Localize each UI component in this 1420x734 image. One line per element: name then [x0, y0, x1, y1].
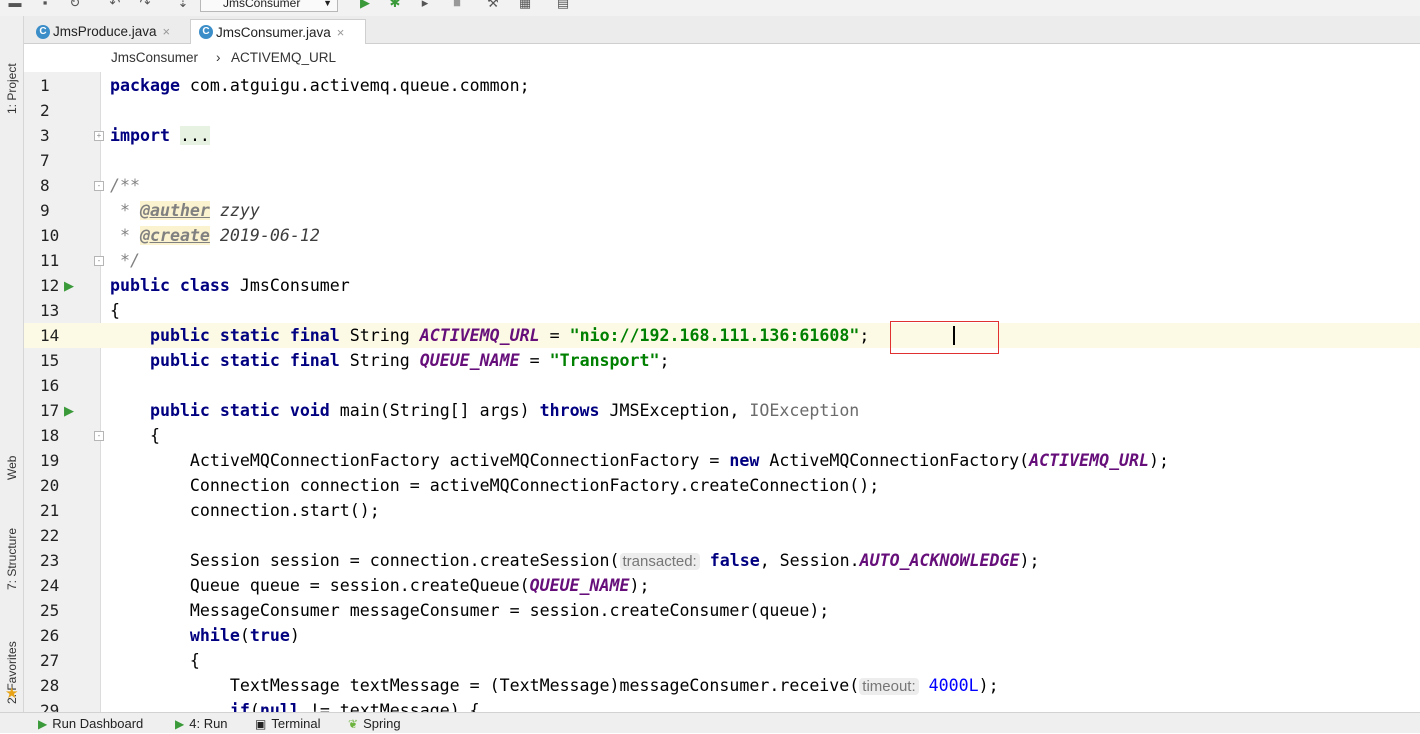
editor-tabs: C JmsProduce.java × C JmsConsumer.java × [24, 16, 1420, 44]
terminal-icon: ▣ [255, 716, 267, 731]
folder-icon[interactable]: ▬ [8, 0, 22, 10]
build-icon[interactable]: ⇣ [176, 0, 190, 10]
structure-icon[interactable]: ▦ [518, 0, 532, 10]
folded-imports[interactable]: ... [179, 126, 210, 145]
run-gutter-icon[interactable]: ▶ [64, 398, 74, 423]
spring-leaf-icon: ❦ [348, 716, 359, 731]
code-line[interactable]: 18 - { [24, 423, 1420, 448]
code-line[interactable]: 21 connection.start(); [24, 498, 1420, 523]
undo-icon[interactable]: ↶ [108, 0, 122, 10]
code-line[interactable]: 1 package com.atguigu.activemq.queue.com… [24, 73, 1420, 98]
star-icon: ★ [5, 685, 19, 702]
run-icon[interactable]: ▶ [358, 0, 372, 10]
sync-icon[interactable]: ↻ [68, 0, 82, 10]
bottom-tool-bar: ▶ Run Dashboard ▶ 4: Run ▣ Terminal ❦ Sp… [0, 712, 1420, 733]
fold-end-icon[interactable]: - [94, 256, 104, 266]
code-line[interactable]: 16 [24, 373, 1420, 398]
fold-collapse-icon[interactable]: - [94, 181, 104, 191]
code-editor[interactable]: 1 package com.atguigu.activemq.queue.com… [24, 72, 1420, 712]
parameter-hint: timeout: [859, 678, 919, 695]
run-dashboard-icon: ▶ [38, 716, 48, 731]
code-line-current[interactable]: 14 public static final String ACTIVEMQ_U… [24, 323, 1420, 348]
run-configuration-select[interactable]: JmsConsumer ▼ [200, 0, 338, 12]
java-class-icon: C [36, 24, 50, 39]
fold-collapse-icon[interactable]: - [94, 431, 104, 441]
coverage-icon[interactable]: ▸ [418, 0, 432, 10]
code-line[interactable]: 27 { [24, 648, 1420, 673]
code-line[interactable]: 13 { [24, 298, 1420, 323]
close-icon[interactable]: × [163, 19, 171, 44]
tool-tab-project[interactable]: 1: Project [1, 22, 23, 114]
redo-icon[interactable]: ↷ [138, 0, 152, 10]
fold-expand-icon[interactable]: + [94, 131, 104, 141]
code-line[interactable]: 10 * @create 2019-06-12 [24, 223, 1420, 248]
tool-tab-run-dashboard[interactable]: ▶ Run Dashboard [38, 713, 143, 734]
code-line[interactable]: 19 ActiveMQConnectionFactory activeMQCon… [24, 448, 1420, 473]
code-line[interactable]: 29 if(null != textMessage) { [24, 698, 1420, 712]
sdk-icon[interactable]: ▤ [556, 0, 570, 10]
tool-tab-spring[interactable]: ❦ Spring [348, 713, 401, 734]
tab-jmsconsumer[interactable]: C JmsConsumer.java × [190, 19, 366, 44]
chevron-down-icon: ▼ [323, 0, 332, 8]
wrench-icon[interactable]: ⚒ [486, 0, 500, 10]
tab-jmsproduce[interactable]: C JmsProduce.java × [28, 19, 188, 44]
code-line[interactable]: 7 [24, 148, 1420, 173]
close-icon[interactable]: × [337, 20, 345, 45]
code-line[interactable]: 22 [24, 523, 1420, 548]
tool-tab-web[interactable]: Web [1, 428, 23, 480]
main-toolbar: ▬ ▪ ↻ ↶ ↷ ⇣ JmsConsumer ▼ ▶ ✱ ▸ ■ ⚒ ▦ ▤ [0, 0, 1420, 16]
code-line[interactable]: 15 public static final String QUEUE_NAME… [24, 348, 1420, 373]
code-line[interactable]: 12 ▶ public class JmsConsumer [24, 273, 1420, 298]
stop-icon[interactable]: ■ [450, 0, 464, 10]
code-line[interactable]: 9 * @auther zzyy [24, 198, 1420, 223]
code-line[interactable]: 8 - /** [24, 173, 1420, 198]
breadcrumb-class[interactable]: JmsConsumer [111, 44, 198, 72]
code-line[interactable]: 24 Queue queue = session.createQueue(QUE… [24, 573, 1420, 598]
code-line[interactable]: 28 TextMessage textMessage = (TextMessag… [24, 673, 1420, 698]
left-tool-strip: 1: Project Web 7: Structure 2: Favorites… [0, 16, 24, 712]
code-line[interactable]: 2 [24, 98, 1420, 123]
code-line[interactable]: 20 Connection connection = activeMQConne… [24, 473, 1420, 498]
run-icon: ▶ [175, 716, 185, 731]
code-line[interactable]: 11 - */ [24, 248, 1420, 273]
run-gutter-icon[interactable]: ▶ [64, 273, 74, 298]
breadcrumb-separator: › [216, 50, 221, 65]
debug-icon[interactable]: ✱ [388, 0, 402, 10]
tool-tab-terminal[interactable]: ▣ Terminal [255, 713, 320, 734]
breadcrumb: JmsConsumer › ACTIVEMQ_URL [24, 44, 1420, 72]
parameter-hint: transacted: [619, 553, 700, 570]
code-line[interactable]: 3 + import ... [24, 123, 1420, 148]
code-line[interactable]: 17 ▶ public static void main(String[] ar… [24, 398, 1420, 423]
code-line[interactable]: 26 while(true) [24, 623, 1420, 648]
port-highlight-box [890, 321, 999, 354]
breadcrumb-field[interactable]: ACTIVEMQ_URL [231, 44, 336, 72]
java-class-icon: C [199, 25, 213, 39]
code-line[interactable]: 23 Session session = connection.createSe… [24, 548, 1420, 573]
tool-tab-run[interactable]: ▶ 4: Run [175, 713, 228, 734]
code-line[interactable]: 25 MessageConsumer messageConsumer = ses… [24, 598, 1420, 623]
save-icon[interactable]: ▪ [38, 0, 52, 10]
tool-tab-structure[interactable]: 7: Structure [1, 494, 23, 590]
port-number[interactable]: :61608 [789, 326, 849, 345]
